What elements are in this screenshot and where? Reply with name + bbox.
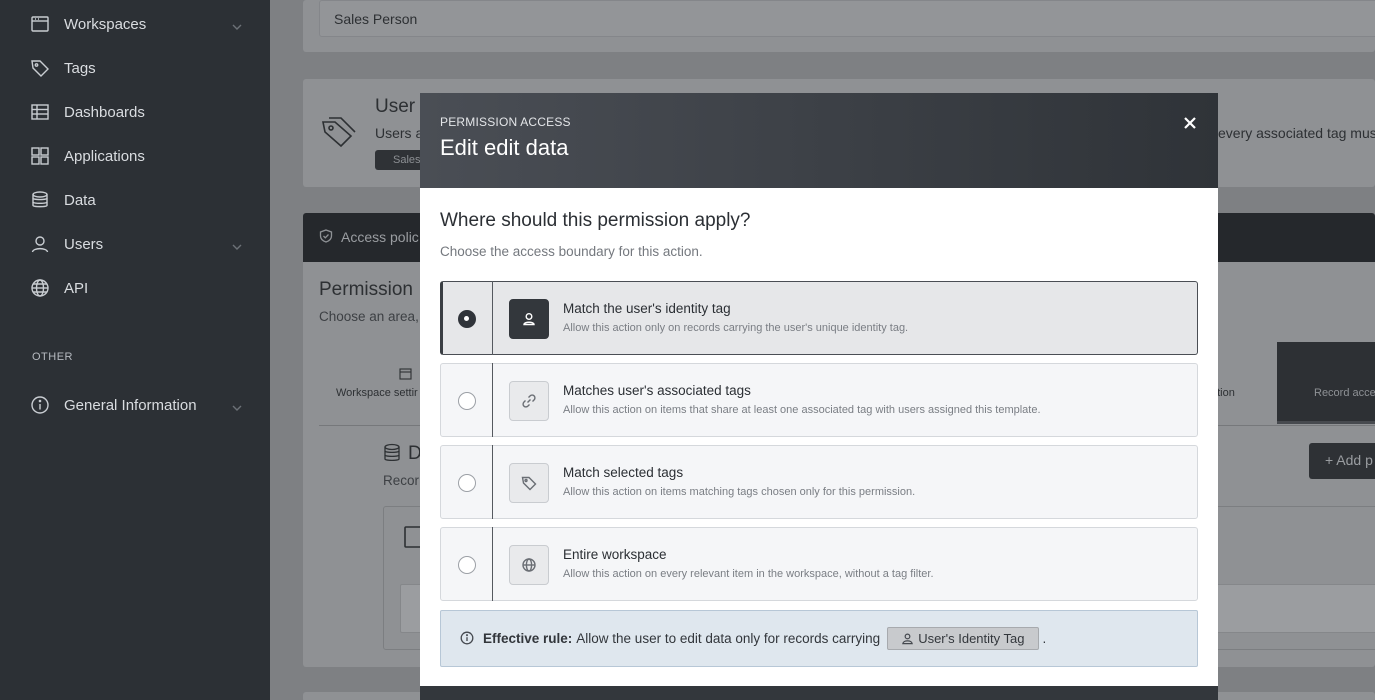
option-divider: [492, 363, 493, 437]
link-icon: [509, 381, 549, 421]
sidebar-item-label: General Information: [64, 396, 197, 414]
globe-icon: [30, 278, 50, 298]
globe-icon: [509, 545, 549, 585]
sidebar-item-dashboards[interactable]: Dashboards: [30, 98, 242, 126]
chevron-down-icon: [232, 239, 242, 250]
option-description: Allow this action on items that share at…: [563, 404, 1041, 416]
sidebar-item-label: Users: [64, 235, 104, 253]
data-subtitle: Recor: [383, 473, 420, 488]
close-icon: [1184, 117, 1196, 129]
option-description: Allow this action on items matching tags…: [563, 486, 916, 498]
option-divider: [492, 527, 493, 601]
option-title: Entire workspace: [563, 547, 667, 562]
modal-title: Edit edit data: [440, 135, 569, 160]
table-icon: [30, 102, 50, 122]
chevron-down-icon: [232, 19, 242, 30]
access-policy-label: Access polic: [341, 229, 419, 245]
option-divider: [492, 445, 493, 519]
tag-icon: [321, 116, 357, 153]
effective-rule-label: Effective rule:: [483, 631, 573, 646]
modal-footer: [420, 686, 1218, 700]
option-identity-tag[interactable]: Match the user's identity tag Allow this…: [440, 281, 1198, 355]
database-icon: [383, 443, 401, 468]
database-icon: [30, 190, 50, 210]
tag-icon: [30, 58, 50, 78]
role-name-input[interactable]: Sales Person: [319, 0, 1375, 37]
modal-header: PERMISSION ACCESS Edit edit data: [420, 93, 1218, 188]
option-entire-workspace[interactable]: Entire workspace Allow this action on ev…: [440, 527, 1198, 601]
sidebar-item-api[interactable]: API: [30, 274, 242, 302]
effective-rule-text: Allow the user to edit data only for rec…: [576, 631, 881, 646]
tag-icon: [509, 463, 549, 503]
permission-subtitle: Choose an area,: [319, 309, 419, 324]
modal-kicker: PERMISSION ACCESS: [440, 115, 571, 129]
sidebar-item-label: Dashboards: [64, 103, 145, 121]
radio-button[interactable]: [458, 556, 476, 574]
add-permission-button[interactable]: + Add p: [1309, 443, 1375, 479]
grid-icon: [30, 146, 50, 166]
permission-modal: PERMISSION ACCESS Edit edit data Where s…: [420, 93, 1218, 700]
user-card-text: Users a: [375, 125, 424, 141]
user-icon: [509, 299, 549, 339]
sidebar-item-tags[interactable]: Tags: [30, 54, 242, 82]
identity-tag-chip: User's Identity Tag: [887, 627, 1040, 650]
sidebar-item-label: Workspaces: [64, 15, 147, 33]
window-icon: [30, 14, 50, 34]
chevron-down-icon: [232, 400, 242, 411]
tab-workspace-settings[interactable]: Workspace settir: [336, 387, 418, 399]
modal-subtitle: Choose the access boundary for this acti…: [440, 244, 703, 259]
sidebar-section-other: OTHER: [32, 351, 73, 363]
close-button[interactable]: [1182, 115, 1198, 131]
sidebar: Workspaces Tags Dashboards Applications …: [0, 0, 270, 700]
option-description: Allow this action on every relevant item…: [563, 568, 934, 580]
modal-body: Where should this permission apply? Choo…: [420, 188, 1218, 686]
option-title: Matches user's associated tags: [563, 383, 751, 398]
user-icon: [30, 234, 50, 254]
plus-icon: +: [1325, 452, 1337, 468]
user-card-title: User: [375, 96, 416, 117]
sidebar-item-applications[interactable]: Applications: [30, 142, 242, 170]
info-icon: [30, 395, 50, 415]
shield-icon: [319, 229, 333, 248]
option-associated-tags[interactable]: Matches user's associated tags Allow thi…: [440, 363, 1198, 437]
modal-question: Where should this permission apply?: [440, 210, 751, 231]
sidebar-item-label: Applications: [64, 147, 145, 165]
radio-button[interactable]: [458, 392, 476, 410]
sidebar-item-general-information[interactable]: General Information: [30, 391, 242, 419]
radio-button[interactable]: [458, 474, 476, 492]
user-icon: [902, 633, 914, 645]
option-selected-tags[interactable]: Match selected tags Allow this action on…: [440, 445, 1198, 519]
sidebar-item-data[interactable]: Data: [30, 186, 242, 214]
user-card-text-right: every associated tag mus: [1218, 125, 1375, 141]
option-divider: [492, 281, 493, 355]
permission-title: Permission: [319, 279, 413, 300]
sidebar-item-workspaces[interactable]: Workspaces: [30, 10, 242, 38]
effective-rule-end: .: [1042, 631, 1047, 646]
option-description: Allow this action only on records carryi…: [563, 322, 909, 334]
info-icon: [460, 631, 475, 646]
sidebar-item-label: Data: [64, 191, 96, 209]
sidebar-item-label: Tags: [64, 59, 96, 77]
option-title: Match the user's identity tag: [563, 301, 731, 316]
option-title: Match selected tags: [563, 465, 684, 480]
identity-tag-chip-label: User's Identity Tag: [918, 631, 1025, 646]
effective-rule-box: Effective rule: Allow the user to edit d…: [440, 610, 1198, 667]
radio-button[interactable]: [458, 310, 476, 328]
sidebar-item-label: API: [64, 279, 89, 297]
tab-record-access-label: Record acce: [1314, 387, 1375, 399]
tab-record-access[interactable]: [1277, 342, 1375, 424]
window-icon: [399, 367, 412, 385]
sidebar-item-users[interactable]: Users: [30, 230, 242, 258]
